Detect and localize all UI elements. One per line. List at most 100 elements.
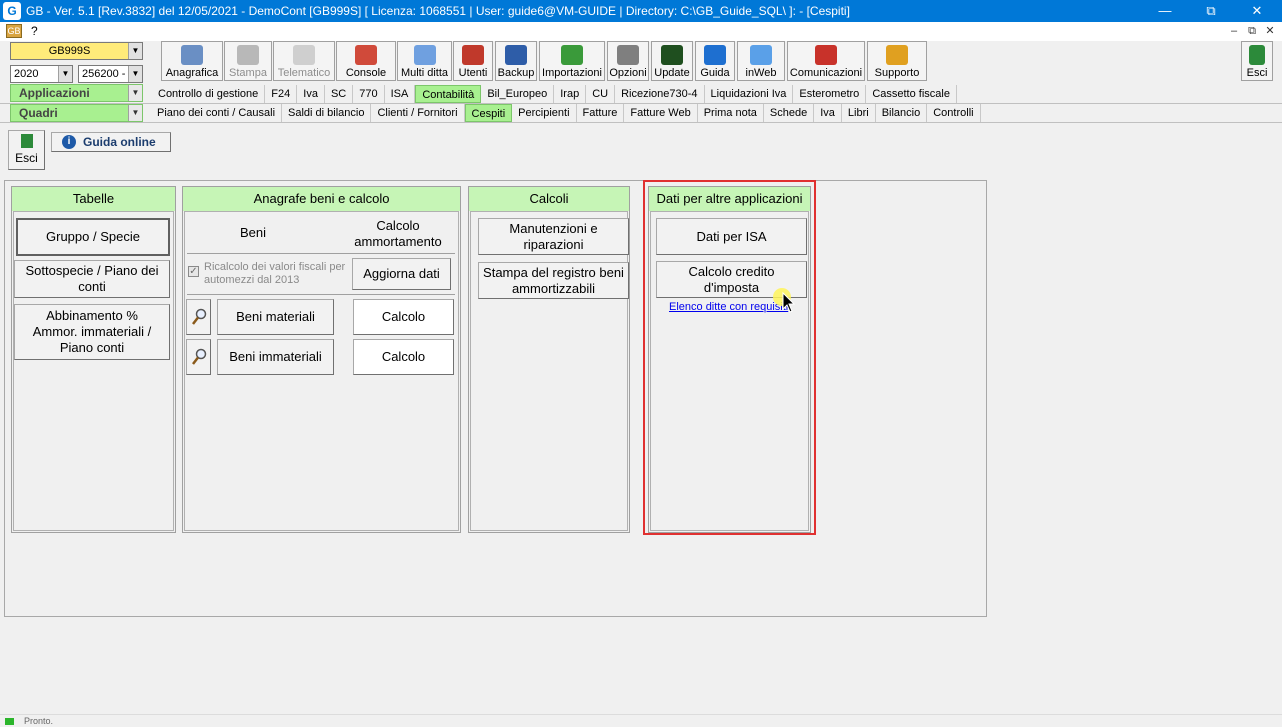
exit-button[interactable]: Esci <box>8 130 45 170</box>
toolbar-button-label: Update <box>654 67 690 79</box>
stampa-registro-button[interactable]: Stampa del registro beni ammortizzabili <box>478 262 629 299</box>
users-icon <box>462 45 484 65</box>
applicazioni-tab[interactable]: CU <box>586 85 616 103</box>
tabelle-title: Tabelle <box>12 187 175 211</box>
close-button[interactable]: ✕ <box>1234 0 1280 22</box>
applicazioni-tab[interactable]: Irap <box>554 85 587 103</box>
opzioni-toolbar-button[interactable]: Opzioni <box>607 41 649 81</box>
chevron-down-icon[interactable]: ▼ <box>128 66 142 82</box>
cespiti-page: Esci i Guida online Tabelle Gruppo / Spe… <box>0 124 1282 714</box>
quadri-tab[interactable]: Percipienti <box>512 104 577 122</box>
quadri-tab[interactable]: Cespiti <box>464 104 513 122</box>
exit-icon <box>20 134 33 148</box>
mdi-child-icon[interactable]: GB <box>6 24 22 38</box>
minimize-button[interactable]: — <box>1142 0 1188 22</box>
anagrafica-toolbar-button[interactable]: Anagrafica <box>161 41 223 81</box>
company-select-value: GB999S <box>48 45 91 57</box>
chevron-down-icon[interactable]: ▼ <box>128 105 142 121</box>
gruppo-specie-button[interactable]: Gruppo / Specie <box>16 218 170 256</box>
restore-button[interactable]: ⧉ <box>1188 0 1234 22</box>
applicazioni-select[interactable]: Applicazioni ▼ <box>10 84 143 102</box>
title-bar: G GB - Ver. 5.1 [Rev.3832] del 12/05/202… <box>0 0 1282 22</box>
beni-column-header: Beni <box>239 225 267 240</box>
applicazioni-tab[interactable]: ISA <box>385 85 416 103</box>
toolbar-button-label: Opzioni <box>609 67 647 79</box>
guida-online-button[interactable]: i Guida online <box>51 132 171 152</box>
inweb-toolbar-button[interactable]: inWeb <box>737 41 785 81</box>
applicazioni-tabs: Controllo di gestione F24 Iva SC 770 ISA Conta… <box>152 85 957 103</box>
book-icon <box>181 45 203 65</box>
anagrafe-title: Anagrafe beni e calcolo <box>183 187 460 211</box>
quadri-tab[interactable]: Prima nota <box>698 104 764 122</box>
applicazioni-tab[interactable]: F24 <box>265 85 298 103</box>
applicazioni-tab[interactable]: Ricezione730-4 <box>615 85 705 103</box>
quadri-tab[interactable]: Piano dei conti / Causali <box>151 104 283 122</box>
applicazioni-tab[interactable]: Cassetto fiscale <box>866 85 957 103</box>
import-icon <box>561 45 583 65</box>
exit-top-button[interactable]: Esci <box>1241 41 1273 81</box>
update-toolbar-button[interactable]: Update <box>651 41 693 81</box>
gift-icon <box>815 45 837 65</box>
calcolo-immateriali-button[interactable]: Calcolo <box>353 339 454 375</box>
applicazioni-tab[interactable]: SC <box>325 85 354 103</box>
year-select[interactable]: 2020 ▼ <box>10 65 73 83</box>
quadri-select[interactable]: Quadri ▼ <box>10 104 143 122</box>
calcoli-title: Calcoli <box>469 187 629 211</box>
telematico-toolbar-button[interactable]: Telematico <box>273 41 335 81</box>
quadri-tab[interactable]: Fatture <box>577 104 625 122</box>
applicazioni-tab[interactable]: Contabilità <box>415 85 482 103</box>
multi-ditta-toolbar-button[interactable]: Multi ditta <box>397 41 452 81</box>
mdi-restore-button[interactable]: ⧉ <box>1245 24 1259 38</box>
toolbar-button-label: Utenti <box>458 67 488 79</box>
applicazioni-tab[interactable]: Liquidazioni Iva <box>705 85 794 103</box>
mdi-close-button[interactable]: ✕ <box>1263 24 1277 38</box>
quadri-tab[interactable]: Iva <box>814 104 842 122</box>
applicazioni-tab[interactable]: 770 <box>353 85 385 103</box>
support-icon <box>886 45 908 65</box>
supporto-toolbar-button[interactable]: Supporto <box>867 41 927 81</box>
quadri-tab[interactable]: Controlli <box>927 104 981 122</box>
document-send-icon <box>293 45 315 65</box>
beni-immateriali-button[interactable]: Beni immateriali <box>217 339 334 375</box>
quadri-tab[interactable]: Fatture Web <box>624 104 698 122</box>
toolbar-button-label: Comunicazioni <box>789 67 863 79</box>
stampa-toolbar-button[interactable]: Stampa <box>224 41 272 81</box>
manutenzioni-button[interactable]: Manutenzioni e riparazioni <box>478 218 629 255</box>
importazioni-toolbar-button[interactable]: Importazioni <box>539 41 605 81</box>
mdi-minimize-button[interactable]: – <box>1227 24 1241 38</box>
quadri-tab[interactable]: Libri <box>842 104 876 122</box>
code-select[interactable]: 256200 - ▼ <box>78 65 143 83</box>
chevron-down-icon[interactable]: ▼ <box>128 43 142 59</box>
magnifier-icon <box>191 348 206 365</box>
code-select-value: 256200 - <box>82 68 126 80</box>
help-menu[interactable]: ? <box>31 24 38 38</box>
comunicazioni-toolbar-button[interactable]: Comunicazioni <box>787 41 865 81</box>
chevron-down-icon[interactable]: ▼ <box>128 85 142 101</box>
chevron-down-icon[interactable]: ▼ <box>58 66 72 82</box>
backup-toolbar-button[interactable]: Backup <box>495 41 537 81</box>
window-title: GB - Ver. 5.1 [Rev.3832] del 12/05/2021 … <box>26 4 850 18</box>
abbinamento-button[interactable]: Abbinamento % Ammor. immateriali / Piano… <box>14 304 170 360</box>
aggiorna-dati-button[interactable]: Aggiorna dati <box>352 258 451 290</box>
console-toolbar-button[interactable]: Console <box>336 41 396 81</box>
utenti-toolbar-button[interactable]: Utenti <box>453 41 493 81</box>
toolbar-button-label: Multi ditta <box>400 67 449 79</box>
ricalcolo-checkbox[interactable]: ✓ <box>188 266 199 277</box>
quadri-tab[interactable]: Saldi di bilancio <box>282 104 372 122</box>
search-beni-materiali-button[interactable] <box>186 299 211 335</box>
beni-materiali-button[interactable]: Beni materiali <box>217 299 334 335</box>
quadri-tab[interactable]: Bilancio <box>876 104 928 122</box>
exit-icon <box>1249 45 1265 65</box>
applicazioni-tab[interactable]: Iva <box>297 85 325 103</box>
quadri-tab[interactable]: Schede <box>764 104 815 122</box>
calcolo-materiali-button[interactable]: Calcolo <box>353 299 454 335</box>
search-beni-immateriali-button[interactable] <box>186 339 211 375</box>
sottospecie-button[interactable]: Sottospecie / Piano dei conti <box>14 260 170 298</box>
applicazioni-tab[interactable]: Controllo di gestione <box>152 85 266 103</box>
divider <box>0 122 1282 123</box>
applicazioni-tab[interactable]: Esterometro <box>793 85 867 103</box>
company-select[interactable]: GB999S ▼ <box>10 42 143 60</box>
guida-toolbar-button[interactable]: Guida <box>695 41 735 81</box>
applicazioni-tab[interactable]: Bil_Europeo <box>481 85 555 103</box>
quadri-tab[interactable]: Clienti / Fornitori <box>371 104 465 122</box>
